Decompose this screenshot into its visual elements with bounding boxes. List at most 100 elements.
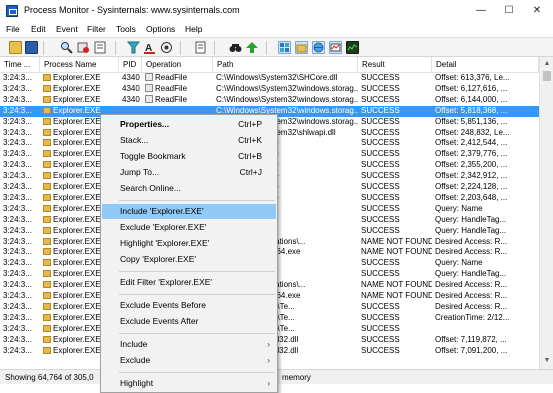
target-icon[interactable] bbox=[160, 41, 173, 54]
cell-result: SUCCESS bbox=[358, 84, 432, 95]
column-header-process-name[interactable]: Process Name bbox=[40, 57, 119, 73]
cell-process-name-text: Explorer.EXE bbox=[53, 247, 101, 257]
cell-detail: Query: HandleTag... bbox=[432, 269, 539, 280]
cell-path: C:\Windows\System32\windows.storag... bbox=[213, 95, 358, 106]
cell-result: NAME NOT FOUND bbox=[358, 291, 432, 302]
cell-time-text: 3:24:3... bbox=[3, 312, 32, 322]
toolbar-separator bbox=[43, 41, 44, 55]
context-menu-item-exclude[interactable]: Exclude › bbox=[102, 353, 276, 368]
context-menu-item-highlight-explorer-exe[interactable]: Highlight 'Explorer.EXE' bbox=[102, 236, 276, 251]
find-icon[interactable] bbox=[229, 41, 242, 54]
cell-detail-text: Offset: 6,127,616, ... bbox=[435, 83, 508, 93]
column-header-result[interactable]: Result bbox=[358, 57, 432, 73]
cell-detail-text: Query: Name bbox=[435, 258, 483, 268]
cell-result-text: SUCCESS bbox=[361, 258, 400, 268]
context-menu-item-search-online[interactable]: Search Online... bbox=[102, 181, 276, 196]
cell-result-text: SUCCESS bbox=[361, 269, 400, 279]
open-icon[interactable] bbox=[9, 41, 22, 54]
cell-process-name-text: Explorer.EXE bbox=[53, 83, 101, 93]
scroll-down-icon[interactable]: ▼ bbox=[543, 357, 551, 365]
vertical-scrollbar[interactable]: ▲ ▼ bbox=[539, 57, 553, 369]
file-activity-icon[interactable] bbox=[295, 41, 308, 54]
cell-pid-text: 4340 bbox=[122, 73, 140, 82]
column-header-path[interactable]: Path bbox=[213, 57, 358, 73]
menu-options[interactable]: Options bbox=[146, 24, 175, 34]
menu-separator bbox=[119, 372, 275, 373]
context-menu: Properties... Ctrl+P Stack... Ctrl+K Toggle … bbox=[100, 114, 278, 393]
cell-result: SUCCESS bbox=[358, 313, 432, 324]
context-menu-item-include-explorer-exe[interactable]: Include 'Explorer.EXE' bbox=[102, 204, 276, 219]
cell-process-name-text: Explorer.EXE bbox=[53, 323, 101, 333]
highlight-icon[interactable]: A bbox=[143, 41, 156, 54]
cell-time-text: 3:24:3... bbox=[3, 280, 32, 290]
context-menu-item-include[interactable]: Include › bbox=[102, 337, 276, 352]
context-menu-item-jump-to[interactable]: Jump To... Ctrl+J bbox=[102, 165, 276, 180]
registry-activity-icon[interactable] bbox=[278, 41, 291, 54]
cell-time-text: 3:24:3... bbox=[3, 334, 32, 344]
cell-result: SUCCESS bbox=[358, 269, 432, 280]
context-menu-item-toggle-bookmark[interactable]: Toggle Bookmark Ctrl+B bbox=[102, 149, 276, 164]
context-menu-item-exclude-explorer-exe[interactable]: Exclude 'Explorer.EXE' bbox=[102, 220, 276, 235]
cell-result: SUCCESS bbox=[358, 346, 432, 357]
cell-process-name-text: Explorer.EXE bbox=[53, 171, 101, 181]
autoscroll-icon[interactable] bbox=[94, 41, 107, 54]
cell-process-name-text: Explorer.EXE bbox=[53, 214, 101, 224]
table-row[interactable]: 3:24:3... Explorer.EXE 4340 ReadFile C:\Wind… bbox=[0, 94, 539, 106]
explorer-process-icon bbox=[43, 292, 51, 299]
scroll-thumb[interactable] bbox=[543, 71, 551, 81]
table-row[interactable]: 3:24:3... Explorer.EXE 4340 ReadFile C:\Wind… bbox=[0, 83, 539, 95]
capture-icon[interactable] bbox=[77, 41, 90, 54]
process-activity-icon[interactable] bbox=[329, 41, 342, 54]
cell-time: 3:24:3... bbox=[0, 138, 40, 149]
scroll-up-icon[interactable]: ▲ bbox=[543, 60, 551, 68]
menu-edit[interactable]: Edit bbox=[31, 24, 46, 34]
cell-time: 3:24:3... bbox=[0, 204, 40, 215]
context-menu-item-exclude-events-after[interactable]: Exclude Events After bbox=[102, 314, 276, 329]
network-activity-icon[interactable] bbox=[312, 41, 325, 54]
cell-result: SUCCESS bbox=[358, 171, 432, 182]
column-header-time[interactable]: Time ... bbox=[0, 57, 40, 73]
maximize-button[interactable]: ☐ bbox=[495, 0, 523, 22]
explorer-process-icon bbox=[43, 259, 51, 267]
cell-time: 3:24:3... bbox=[0, 302, 40, 313]
context-menu-item-copy-explorer-exe[interactable]: Copy 'Explorer.EXE' bbox=[102, 252, 276, 267]
menu-tools[interactable]: Tools bbox=[116, 24, 136, 34]
cell-detail: Desired Access: R... bbox=[432, 280, 539, 291]
context-menu-item-properties[interactable]: Properties... Ctrl+P bbox=[102, 117, 276, 132]
column-header-pid[interactable]: PID bbox=[119, 57, 142, 73]
cell-process-name-text: Explorer.EXE bbox=[53, 291, 101, 300]
menu-help[interactable]: Help bbox=[185, 24, 202, 34]
cell-detail: Offset: 7,119,872, ... bbox=[432, 335, 539, 346]
magnifier-icon[interactable] bbox=[60, 41, 73, 54]
menu-filter[interactable]: Filter bbox=[87, 24, 106, 34]
close-button[interactable]: ✕ bbox=[523, 0, 551, 22]
cell-time: 3:24:3... bbox=[0, 280, 40, 291]
cell-detail: Desired Access: R... bbox=[432, 302, 539, 313]
cell-detail-text: Offset: 2,224,128, ... bbox=[435, 182, 508, 191]
context-menu-item-exclude-events-before[interactable]: Exclude Events Before bbox=[102, 298, 276, 313]
profiling-icon[interactable] bbox=[346, 41, 359, 54]
cell-time-text: 3:24:3... bbox=[3, 73, 32, 82]
filter-icon[interactable] bbox=[126, 41, 141, 54]
cell-detail-text: Offset: 6,144,000, ... bbox=[435, 94, 508, 104]
context-menu-label: Edit Filter 'Explorer.EXE' bbox=[120, 277, 213, 287]
table-row[interactable]: 3:24:3... Explorer.EXE 4340 ReadFile C:\Wind… bbox=[0, 73, 539, 84]
context-menu-item-stack[interactable]: Stack... Ctrl+K bbox=[102, 133, 276, 148]
menu-event[interactable]: Event bbox=[56, 24, 78, 34]
minimize-button[interactable]: — bbox=[467, 0, 495, 22]
context-menu-item-edit-filter-explorer-exe[interactable]: Edit Filter 'Explorer.EXE' bbox=[102, 275, 276, 290]
cell-result-text: SUCCESS bbox=[361, 171, 400, 181]
cell-result: SUCCESS bbox=[358, 95, 432, 106]
jump-icon[interactable] bbox=[246, 41, 259, 54]
column-header-operation[interactable]: Operation bbox=[142, 57, 213, 73]
cell-result-text: SUCCESS bbox=[361, 94, 400, 104]
menu-file[interactable]: File bbox=[6, 24, 20, 34]
column-header-detail[interactable]: Detail bbox=[432, 57, 539, 73]
cell-path-text: C:\Windows\System32\SHCore.dll bbox=[216, 73, 338, 82]
cell-result: NAME NOT FOUND bbox=[358, 237, 432, 248]
cell-result-text: SUCCESS bbox=[361, 127, 400, 137]
properties-icon[interactable] bbox=[194, 41, 207, 54]
save-icon[interactable] bbox=[25, 41, 38, 54]
cell-detail: Offset: 6,127,616, ... bbox=[432, 84, 539, 95]
cell-process-name: Explorer.EXE bbox=[40, 73, 119, 84]
